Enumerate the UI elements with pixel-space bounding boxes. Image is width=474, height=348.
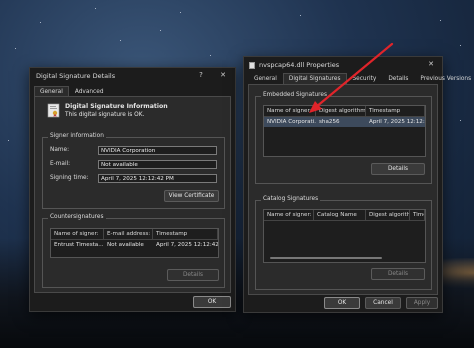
group-label: Embedded Signatures (261, 92, 329, 98)
window-title: nvspcap64.dll Properties (259, 61, 340, 69)
group-label: Catalog Signatures (261, 196, 321, 202)
cancel-button[interactable]: Cancel (365, 297, 401, 309)
tab-previous-versions[interactable]: Previous Versions (414, 73, 474, 84)
details-button[interactable]: Details (371, 163, 425, 175)
email-label: E-mail: (50, 161, 71, 167)
catalog-signatures-group: Catalog Signatures Name of signer: Catal… (255, 196, 432, 290)
window-title: Digital Signature Details (36, 72, 116, 80)
table-cell: April 7, 2025 12:12:42... (156, 242, 218, 248)
email-field[interactable]: Not available (98, 160, 217, 169)
close-button[interactable]: ✕ (426, 60, 436, 68)
embedded-signatures-group: Embedded Signatures Name of signer: Dige… (255, 92, 432, 184)
tab-security[interactable]: Security (347, 73, 383, 84)
column-header[interactable]: Catalog Name (314, 210, 366, 220)
certificate-icon (47, 103, 60, 118)
column-header[interactable]: Name of signer: (264, 210, 314, 220)
signing-time-label: Signing time: (50, 175, 89, 181)
file-properties-window: nvspcap64.dll Properties ✕ General Digit… (243, 56, 471, 313)
table-cell: Not available (107, 242, 144, 248)
column-header[interactable]: Timestamp (366, 106, 425, 116)
column-header[interactable]: Name of signer: (51, 229, 104, 239)
close-button[interactable]: ✕ (218, 71, 228, 79)
apply-button[interactable]: Apply (406, 297, 438, 309)
table-cell: April 7, 2025 12:12:4... (369, 119, 425, 125)
column-header[interactable]: Digest algorithm (316, 106, 366, 116)
horizontal-scrollbar[interactable] (270, 257, 382, 259)
general-tab-pane: Digital Signature Information This digit… (34, 96, 231, 293)
table-cell: sha256 (319, 119, 340, 125)
name-label: Name: (50, 147, 70, 153)
ok-button[interactable]: OK (324, 297, 360, 309)
countersignatures-group: Countersignatures Name of signer: E-mail… (42, 214, 225, 288)
details-button[interactable]: Details (167, 269, 219, 281)
countersignatures-list[interactable]: Name of signer: E-mail address: Timestam… (50, 228, 219, 258)
column-header[interactable]: E-mail address: (104, 229, 153, 239)
name-field[interactable]: NVIDIA Corporation (98, 146, 217, 155)
tab-digital-signatures[interactable]: Digital Signatures (282, 73, 347, 84)
group-label: Signer information (48, 133, 106, 139)
signing-time-field[interactable]: April 7, 2025 12:12:42 PM (98, 174, 217, 183)
title-bar: Digital Signature Details ? ✕ (30, 68, 235, 84)
digital-signatures-tab-pane: Embedded Signatures Name of signer: Dige… (248, 84, 438, 295)
digital-signature-details-window: Digital Signature Details ? ✕ General Ad… (29, 67, 236, 312)
signature-info-heading: Digital Signature Information (65, 103, 168, 110)
signature-status-text: This digital signature is OK. (65, 112, 145, 118)
help-button[interactable]: ? (196, 71, 206, 79)
tab-details[interactable]: Details (382, 73, 414, 84)
tab-general[interactable]: General (248, 73, 283, 84)
file-icon (249, 61, 255, 69)
table-cell: Entrust Timesta... (54, 242, 104, 248)
list-header: Name of signer: Digest algorithm Timesta… (264, 106, 425, 117)
table-row[interactable]: Entrust Timesta... Not available April 7… (51, 240, 218, 250)
column-header[interactable]: Times (410, 210, 425, 220)
list-header: Name of signer: E-mail address: Timestam… (51, 229, 218, 240)
list-header: Name of signer: Catalog Name Digest algo… (264, 210, 425, 221)
details-button[interactable]: Details (371, 268, 425, 280)
column-header[interactable]: Timestamp (153, 229, 218, 239)
column-header[interactable]: Digest algorithm (366, 210, 410, 220)
signer-information-group: Signer information Name: NVIDIA Corporat… (42, 133, 225, 209)
embedded-signatures-list[interactable]: Name of signer: Digest algorithm Timesta… (263, 105, 426, 157)
title-bar: nvspcap64.dll Properties ✕ (244, 57, 442, 73)
table-cell: NVIDIA Corporati... (267, 119, 316, 125)
ok-button[interactable]: OK (193, 296, 231, 308)
view-certificate-button[interactable]: View Certificate (164, 190, 219, 202)
group-label: Countersignatures (48, 214, 106, 220)
table-row[interactable]: NVIDIA Corporati... sha256 April 7, 2025… (264, 117, 425, 127)
catalog-signatures-list[interactable]: Name of signer: Catalog Name Digest algo… (263, 209, 426, 263)
column-header[interactable]: Name of signer: (264, 106, 316, 116)
